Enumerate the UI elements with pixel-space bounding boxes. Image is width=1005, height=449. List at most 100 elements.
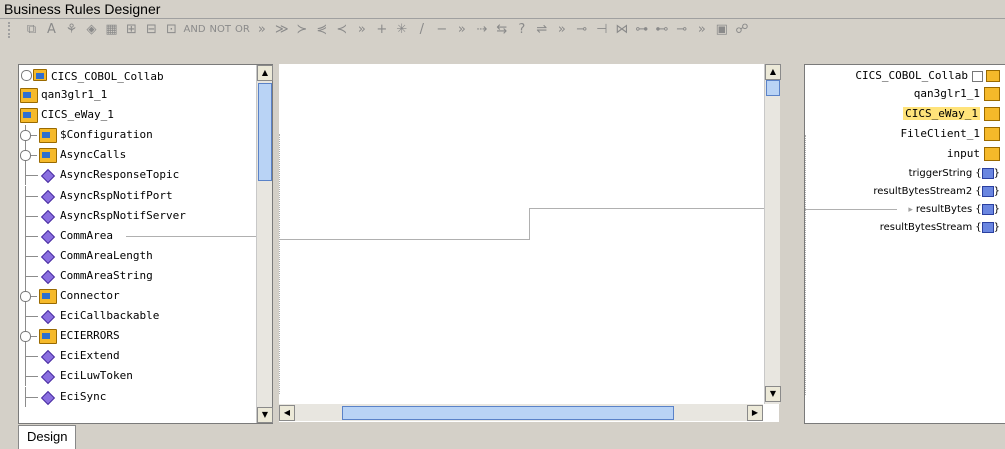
tree-item-label: EciSync — [60, 389, 107, 403]
toolbar-button-32[interactable]: ⊸ — [674, 21, 690, 39]
tree-item[interactable]: EciLuwToken — [19, 366, 256, 387]
toolbar-button-7[interactable]: ⊡ — [164, 21, 180, 39]
scroll-down-button[interactable]: ▼ — [257, 407, 273, 423]
tree-item-label: Connector — [60, 289, 120, 302]
toolbar-button-22[interactable]: ⇢ — [474, 21, 490, 39]
scroll-left-button[interactable]: ◀ — [279, 405, 295, 421]
tree-item[interactable]: ▸ resultBytes{} — [908, 201, 1000, 219]
toolbar-button-28[interactable]: ⊣ — [594, 21, 610, 39]
tree-item-label: input — [946, 147, 980, 160]
tree-item[interactable]: triggerString{} — [909, 165, 1000, 183]
tree-item[interactable]: CommArea — [19, 225, 256, 246]
folder-icon — [39, 148, 57, 164]
collapse-toggle-icon[interactable] — [21, 70, 32, 81]
toolbar-button-29[interactable]: ⋈ — [614, 21, 630, 39]
tree-item[interactable]: EciExtend — [19, 346, 256, 367]
mapping-link-source — [126, 235, 256, 237]
scroll-thumb[interactable] — [258, 83, 272, 181]
toolbar-button-4[interactable]: ▦ — [104, 21, 120, 39]
tree-item[interactable]: $Configuration — [19, 125, 256, 146]
toolbar-button-25[interactable]: ⇌ — [534, 21, 550, 39]
tree-item[interactable]: resultBytesStream{} — [880, 219, 1000, 237]
toolbar-button-24[interactable]: ? — [514, 21, 530, 39]
field-icon — [40, 249, 56, 264]
tree-item-label: resultBytesStream2 — [873, 186, 973, 197]
tree-item[interactable]: input — [947, 145, 1000, 163]
mapping-link-right-end — [805, 209, 897, 210]
tree-item[interactable]: CommAreaLength — [19, 245, 256, 266]
toolbar-button-6[interactable]: ⊟ — [144, 21, 160, 39]
expand-toggle-icon[interactable] — [20, 130, 31, 142]
toolbar-button-5[interactable]: ⊞ — [124, 21, 140, 39]
tree-item[interactable]: AsyncCalls — [19, 145, 256, 166]
toolbar-button-17[interactable]: + — [374, 21, 390, 39]
source-vertical-scrollbar[interactable]: ▲ ▼ — [256, 65, 273, 423]
expand-toggle-icon[interactable] — [20, 150, 31, 162]
toolbar-button-34[interactable]: ▣ — [714, 21, 730, 39]
toolbar-button-2[interactable]: ⚘ — [64, 21, 80, 39]
tree-item[interactable]: CommAreaString — [19, 265, 256, 286]
toolbar-button-27[interactable]: ⊸ — [574, 21, 590, 39]
toolbar-button-23[interactable]: ⇆ — [494, 21, 510, 39]
tree-item[interactable]: Connector — [19, 286, 256, 306]
toolbar-button-14[interactable]: ⋞ — [314, 21, 330, 39]
tree-item[interactable]: CICS_eWay_1 — [19, 105, 256, 125]
scroll-right-button[interactable]: ▶ — [747, 405, 763, 421]
toolbar-button-15[interactable]: ≺ — [334, 21, 350, 39]
tree-item-label: FileClient_1 — [900, 127, 980, 140]
tree-item[interactable]: qan3glr1_1 — [914, 85, 1000, 103]
tree-item[interactable]: qan3glr1_1 — [19, 85, 256, 105]
toolbar-button-21[interactable]: » — [454, 21, 470, 39]
scroll-up-button[interactable]: ▲ — [257, 65, 273, 81]
toolbar-button-16[interactable]: » — [354, 21, 370, 39]
toolbar-button-33[interactable]: » — [694, 21, 710, 39]
toolbar-button-1[interactable]: A — [44, 21, 60, 39]
tree-item[interactable]: resultBytesStream2{} — [873, 183, 1000, 201]
toolbar-button-35[interactable]: ☍ — [734, 21, 750, 39]
scroll-thumb[interactable] — [766, 80, 780, 96]
toolbar-grip[interactable] — [8, 22, 16, 38]
expand-toggle-icon[interactable] — [20, 331, 31, 343]
toolbar-button-13[interactable]: ≻ — [294, 21, 310, 39]
scroll-down-button[interactable]: ▼ — [765, 386, 781, 402]
tree-item[interactable]: ECIERRORS — [19, 326, 256, 347]
tree-item[interactable]: AsyncRspNotifServer — [19, 205, 256, 226]
tree-item[interactable]: AsyncResponseTopic — [19, 165, 256, 186]
toolbar-button-9[interactable]: NOT — [210, 21, 231, 39]
toolbar-button-10[interactable]: OR — [235, 21, 250, 39]
tree-item[interactable]: AsyncRspNotifPort — [19, 185, 256, 206]
toolbar-button-19[interactable]: / — [414, 21, 430, 39]
scroll-up-button[interactable]: ▲ — [765, 64, 781, 80]
toolbar-button-18[interactable]: ✳ — [394, 21, 410, 39]
source-tree-panel[interactable]: CICS_COBOL_Collab qan3glr1_1 CICS_eWay_1 $C… — [18, 64, 273, 424]
toolbar-button-26[interactable]: » — [554, 21, 570, 39]
tree-root[interactable]: CICS_COBOL_Collab — [19, 67, 256, 87]
tree-item-label: EciExtend — [60, 349, 120, 363]
tree-item[interactable]: EciCallbackable — [19, 306, 256, 327]
mapping-link-horizontal-a — [279, 239, 529, 240]
toolbar-button-31[interactable]: ⊷ — [654, 21, 670, 39]
folder-icon — [984, 127, 1000, 141]
tab-design[interactable]: Design — [18, 425, 77, 449]
toolbar-button-3[interactable]: ◈ — [84, 21, 100, 39]
folder-icon — [984, 107, 1000, 121]
destination-tree-panel[interactable]: CICS_COBOL_Collab qan3glr1_1 CICS_eWay_1 Fi… — [804, 64, 1005, 424]
toolbar-button-12[interactable]: ≫ — [274, 21, 290, 39]
toolbar-button-20[interactable]: − — [434, 21, 450, 39]
tree-item[interactable]: FileClient_1 — [901, 125, 1000, 143]
canvas-horizontal-scrollbar[interactable]: ◀ ▶ — [279, 404, 763, 421]
toolbar-button-8[interactable]: AND — [184, 21, 206, 39]
tree-root[interactable]: CICS_COBOL_Collab — [855, 67, 1000, 85]
canvas-vertical-scrollbar[interactable]: ▲ ▼ — [764, 64, 781, 404]
toolbar-button-0[interactable]: ⧉ — [24, 21, 40, 39]
toolbar-button-11[interactable]: » — [254, 21, 270, 39]
scroll-thumb[interactable] — [342, 406, 674, 420]
toolbar-button-30[interactable]: ⊶ — [634, 21, 650, 39]
tree-item[interactable]: CICS_eWay_1 — [903, 105, 1000, 123]
tree-item-label: resultBytes — [915, 204, 973, 215]
tree-item-label: triggerString — [908, 168, 973, 179]
mapping-canvas[interactable]: ▲ ▼ ◀ ▶ — [279, 64, 781, 422]
tree-item[interactable]: EciSync — [19, 386, 256, 407]
collapse-toggle-icon[interactable] — [972, 70, 983, 82]
expand-toggle-icon[interactable] — [20, 291, 31, 302]
